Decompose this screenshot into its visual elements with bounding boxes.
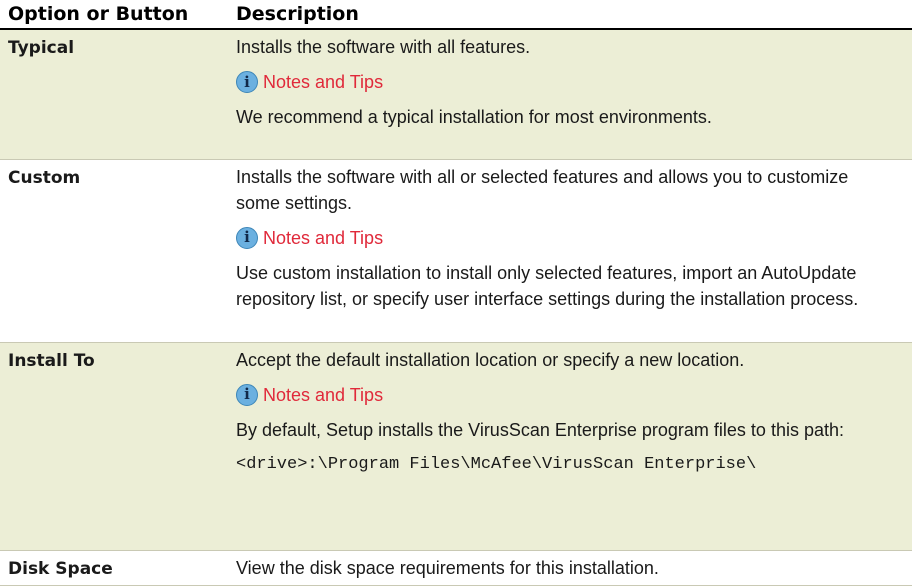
table-row-typical: Typical Installs the software with all f… [0, 29, 912, 160]
info-icon: i [236, 71, 258, 93]
option-description: Installs the software with all or select… [236, 166, 849, 213]
option-description: Installs the software with all features. [236, 37, 531, 57]
option-name: Install To [0, 342, 232, 551]
table-row-install-to: Install To Accept the default installati… [0, 342, 912, 551]
note-text: By default, Setup installs the VirusScan… [236, 419, 844, 440]
notes-and-tips: i Notes and Tips [236, 225, 896, 251]
option-description: View the disk space requirements for thi… [236, 557, 659, 578]
header-option: Option or Button [0, 0, 232, 30]
option-name: Disk Space [0, 550, 232, 586]
table-row-disk-space: Disk Space View the disk space requireme… [0, 550, 912, 586]
info-icon: i [236, 383, 258, 406]
table-header-row: Option or Button Description [0, 0, 912, 30]
option-description-cell: Installs the software with all or select… [232, 159, 912, 343]
notes-label: Notes and Tips [263, 227, 384, 248]
info-icon: i [236, 226, 258, 249]
install-path: <drive>:\Program Files\McAfee\VirusScan … [236, 454, 757, 474]
header-description: Description [232, 0, 912, 30]
notes-label: Notes and Tips [263, 72, 384, 92]
option-description-cell: Accept the default installation location… [232, 342, 912, 551]
note-text: We recommend a typical installation for … [236, 107, 712, 127]
option-name: Custom [0, 159, 232, 343]
table-row-custom: Custom Installs the software with all or… [0, 159, 912, 343]
option-description-cell: View the disk space requirements for thi… [232, 550, 912, 586]
notes-label: Notes and Tips [263, 384, 384, 405]
option-name: Typical [0, 29, 232, 160]
option-description: Accept the default installation location… [236, 349, 745, 370]
note-text: Use custom installation to install only … [236, 262, 859, 309]
options-table: Option or Button Description Typical Ins… [0, 0, 912, 586]
notes-and-tips: i Notes and Tips [236, 69, 896, 95]
option-description-cell: Installs the software with all features.… [232, 29, 912, 160]
notes-and-tips: i Notes and Tips [236, 382, 896, 408]
